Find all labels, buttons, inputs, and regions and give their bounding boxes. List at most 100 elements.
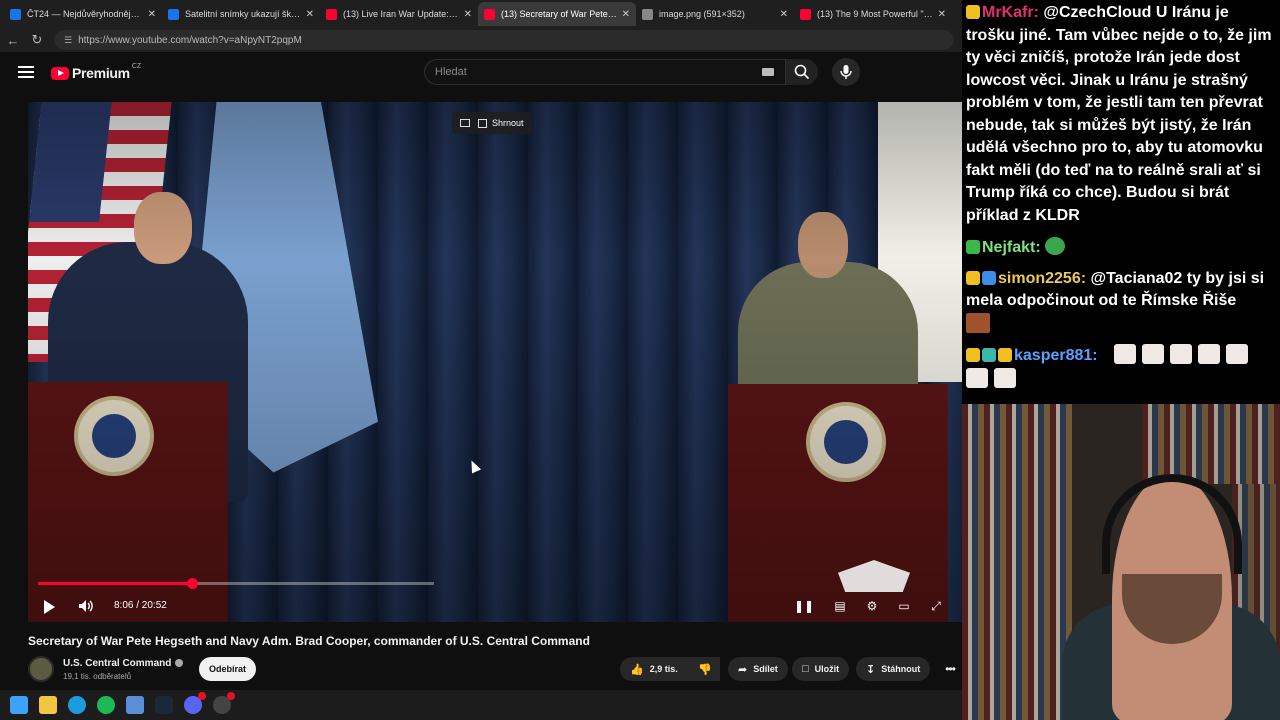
bookshelf-left <box>962 404 1072 720</box>
tab-title: image.png (591×352) <box>659 9 745 19</box>
progress-bar[interactable] <box>38 578 434 589</box>
file-explorer-icon[interactable] <box>39 696 57 714</box>
save-button[interactable]: □ Uložit <box>792 657 850 681</box>
chat-username: MrKafr: <box>982 4 1039 21</box>
browser-tab[interactable]: (13) Live Iran War Update: Pete He ✕ <box>320 2 478 26</box>
subtitles-icon[interactable]: ▤ <box>831 597 849 615</box>
browser-tab[interactable]: ČT24 — Nejdůvěryhodnější zpravo ✕ <box>4 2 162 26</box>
voice-search-button[interactable] <box>832 58 860 86</box>
channel-name[interactable]: U.S. Central Command <box>63 658 171 669</box>
sub-badge-icon <box>966 5 980 19</box>
tab-bar: ČT24 — Nejdůvěryhodnější zpravo✕Satelitn… <box>0 0 962 28</box>
emote-icon <box>966 312 990 333</box>
screen: ČT24 — Nejdůvěryhodnější zpravo✕Satelitn… <box>0 0 1280 720</box>
edge-browser-icon[interactable] <box>68 696 86 714</box>
download-label: Stáhnout <box>881 664 921 674</box>
search-placeholder: Hledat <box>435 66 467 78</box>
tab-title: (13) Live Iran War Update: Pete He <box>343 9 460 19</box>
emote-icon <box>1114 344 1137 364</box>
miniplayer-icon <box>460 119 470 127</box>
tab-title: Satelitní snímky ukazují škody po ú <box>185 9 302 19</box>
windows-start-icon[interactable] <box>10 696 28 714</box>
tab-title: (13) Secretary of War Pete Hegseth <box>501 9 618 19</box>
sub-badge-icon <box>998 348 1012 362</box>
stream-chat-overlay: MrKafr: @CzechCloud U Iránu je trošku ji… <box>962 0 1280 404</box>
share-button[interactable]: ➦ Sdílet <box>728 657 788 681</box>
subscribe-button[interactable]: Odebírat <box>199 657 256 681</box>
headphones <box>1102 474 1242 574</box>
sub-badge-icon <box>966 240 980 254</box>
crown-badge-icon <box>966 348 980 362</box>
collapse-label: Shrnout <box>492 118 524 128</box>
video-player[interactable]: Shrnout 8:06 / 20:52 ❚❚ ▤ ⚙ ▭ ⤢ <box>28 102 962 622</box>
more-actions-icon[interactable]: ••• <box>938 657 962 681</box>
browser-tab[interactable]: (13) The 9 Most Powerful "Bunker ✕ <box>794 2 952 26</box>
theater-mode-icon[interactable]: ▭ <box>895 597 913 615</box>
youtube-logo[interactable]: Premium CZ <box>51 63 141 81</box>
bookmark-icon: □ <box>802 663 809 675</box>
site-info-icon[interactable]: ☰ <box>64 35 72 46</box>
streamer-webcam <box>962 404 1280 720</box>
progress-scrubber[interactable] <box>186 578 198 589</box>
fullscreen-icon[interactable]: ⤢ <box>927 597 945 615</box>
emote-icon <box>1044 237 1065 255</box>
emote-icon <box>1226 344 1249 364</box>
tab-close-icon[interactable]: ✕ <box>306 9 314 20</box>
thumbs-down-icon: 👎 <box>698 663 712 676</box>
tab-favicon-icon <box>168 8 179 20</box>
discord-icon[interactable] <box>184 692 206 714</box>
collapse-icon <box>478 118 487 128</box>
share-icon: ➦ <box>738 663 748 676</box>
tab-close-icon[interactable]: ✕ <box>148 9 156 20</box>
subscriber-count: 19,1 tis. odběratelů <box>63 672 132 681</box>
tab-close-icon[interactable]: ✕ <box>464 9 472 20</box>
gift-badge-icon <box>982 348 996 362</box>
download-button[interactable]: ↧ Stáhnout <box>856 657 931 681</box>
obs-icon[interactable] <box>213 692 235 714</box>
search-input[interactable]: Hledat <box>424 59 786 85</box>
time-display: 8:06 / 20:52 <box>114 600 167 611</box>
reload-icon[interactable]: ↻ <box>26 29 48 51</box>
like-count: 2,9 tis. <box>649 664 678 674</box>
dislike-button[interactable]: 👎 <box>690 657 720 681</box>
browser-tab[interactable]: image.png (591×352) ✕ <box>636 2 794 26</box>
collapse-button[interactable]: Shrnout <box>452 112 532 134</box>
tab-close-icon[interactable]: ✕ <box>938 9 946 20</box>
settings-gear-icon[interactable]: ⚙ <box>863 597 881 615</box>
spotify-icon[interactable] <box>97 696 115 714</box>
chat-text: @CzechCloud U Iránu je trošku jiné. Tam … <box>966 4 1272 224</box>
tab-favicon-icon <box>800 8 811 20</box>
url-field[interactable]: ☰ https://www.youtube.com/watch?v=aNpyNT… <box>54 30 954 50</box>
chat-message: MrKafr: @CzechCloud U Iránu je trošku ji… <box>966 2 1272 227</box>
browser-tab[interactable]: (13) Secretary of War Pete Hegseth ✕ <box>478 2 636 26</box>
channel-name-row[interactable]: U.S. Central Command <box>63 658 184 669</box>
chat-message: Nejfakt: <box>966 237 1272 260</box>
notepad-icon[interactable] <box>126 696 144 714</box>
keyboard-icon[interactable] <box>762 68 774 76</box>
steam-icon[interactable] <box>155 696 173 714</box>
tab-title: ČT24 — Nejdůvěryhodnější zpravo <box>27 9 144 19</box>
browser-tab[interactable]: Satelitní snímky ukazují škody po ú ✕ <box>162 2 320 26</box>
logo-brand: Premium <box>72 65 130 81</box>
hamburger-menu-icon[interactable] <box>18 66 34 78</box>
volume-icon[interactable] <box>78 598 94 614</box>
autoplay-toggle-icon[interactable]: ❚❚ <box>794 597 814 615</box>
gem-badge-icon <box>982 270 996 285</box>
thumbs-up-icon: 👍 <box>630 663 644 676</box>
tab-close-icon[interactable]: ✕ <box>780 9 788 20</box>
play-icon[interactable] <box>44 600 55 614</box>
emote-icon <box>1142 344 1165 364</box>
youtube-header: Premium CZ Hledat <box>0 52 962 92</box>
search-button[interactable] <box>786 59 818 85</box>
sub-badge-icon <box>966 270 980 285</box>
channel-avatar[interactable] <box>28 656 54 682</box>
chat-username: kasper881: <box>1014 347 1098 364</box>
tab-close-icon[interactable]: ✕ <box>622 9 630 20</box>
microphone-icon <box>840 65 852 79</box>
emote-icon <box>1170 344 1193 364</box>
recording-badge <box>227 692 235 700</box>
tab-title: (13) The 9 Most Powerful "Bunker <box>817 9 934 19</box>
tab-favicon-icon <box>484 8 495 20</box>
back-icon[interactable]: ← <box>2 29 24 51</box>
video-title: Secretary of War Pete Hegseth and Navy A… <box>28 634 590 648</box>
